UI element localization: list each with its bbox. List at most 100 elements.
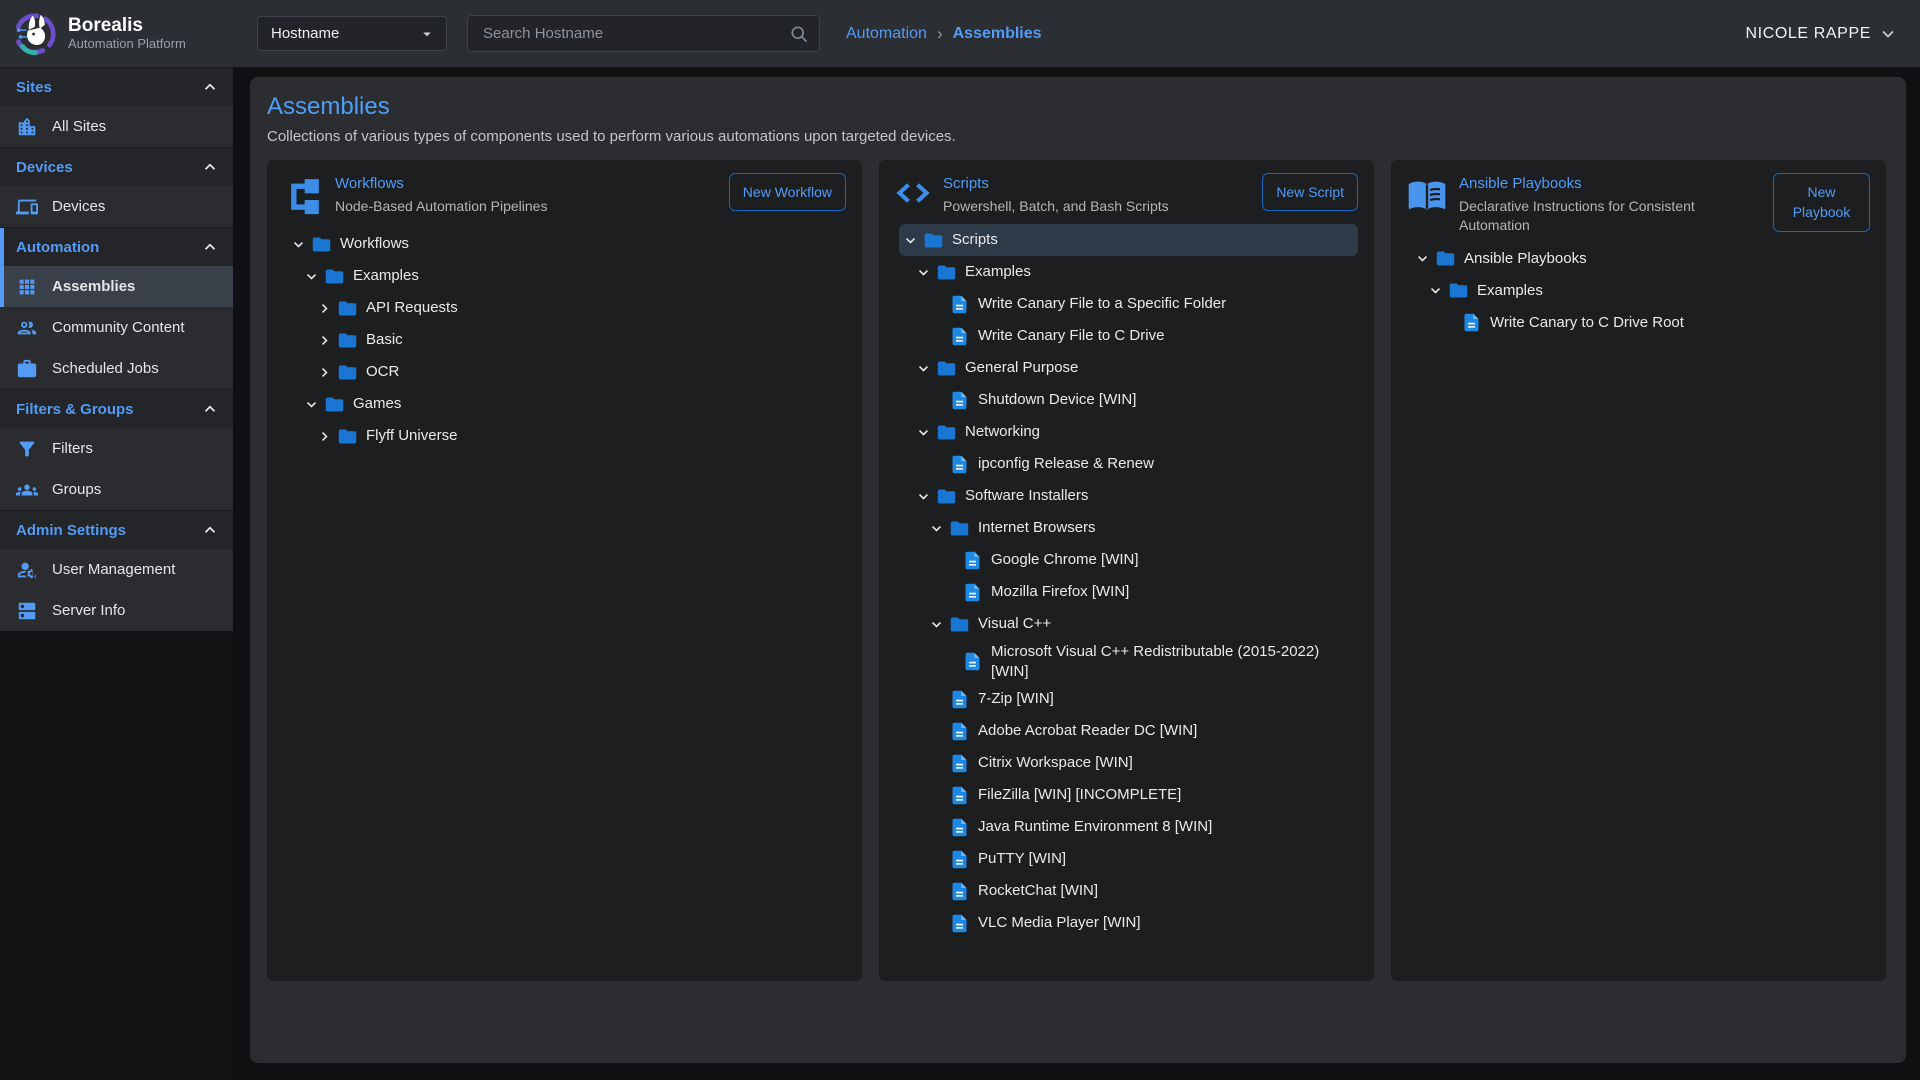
tree-label: Games <box>353 394 401 414</box>
new-workflow-button[interactable]: New Workflow <box>729 173 846 211</box>
tree-folder-ocr[interactable]: OCR <box>287 356 846 388</box>
folder-icon <box>1448 280 1469 301</box>
chevron-right-icon[interactable] <box>315 363 334 382</box>
chevron-down-icon[interactable] <box>914 487 933 506</box>
tree-file-mozilla-firefox-win[interactable]: Mozilla Firefox [WIN] <box>899 576 1358 608</box>
tree-file-google-chrome-win[interactable]: Google Chrome [WIN] <box>899 544 1358 576</box>
tree-file-rocketchat-win[interactable]: RocketChat [WIN] <box>899 875 1358 907</box>
card-title[interactable]: Scripts <box>943 175 1250 192</box>
file-icon <box>962 651 983 672</box>
tree-file-write-canary-file-to-a-specific-folder[interactable]: Write Canary File to a Specific Folder <box>899 288 1358 320</box>
chevron-down-icon[interactable] <box>1413 249 1432 268</box>
tree-folder-ansible-playbooks[interactable]: Ansible Playbooks <box>1411 243 1870 275</box>
breadcrumb-separator: › <box>937 24 943 44</box>
chevron-down-icon[interactable] <box>1426 281 1445 300</box>
folder-icon <box>324 394 345 415</box>
tree-folder-software-installers[interactable]: Software Installers <box>899 480 1358 512</box>
tree-label: Internet Browsers <box>978 518 1096 538</box>
tree-label: Google Chrome [WIN] <box>991 550 1139 570</box>
breadcrumb-automation[interactable]: Automation <box>846 25 927 43</box>
sidebar-section-devices[interactable]: Devices <box>0 147 233 186</box>
file-icon <box>949 326 970 347</box>
sidebar-section-filters-groups[interactable]: Filters & Groups <box>0 389 233 428</box>
tree-folder-networking[interactable]: Networking <box>899 416 1358 448</box>
tree-folder-internet-browsers[interactable]: Internet Browsers <box>899 512 1358 544</box>
tree-folder-examples[interactable]: Examples <box>899 256 1358 288</box>
tree-file-shutdown-device-win[interactable]: Shutdown Device [WIN] <box>899 384 1358 416</box>
tree-label: RocketChat [WIN] <box>978 881 1098 901</box>
chevron-right-icon[interactable] <box>315 299 334 318</box>
tree-folder-examples[interactable]: Examples <box>1411 275 1870 307</box>
tree-label: Microsoft Visual C++ Redistributable (20… <box>991 642 1358 681</box>
chevron-up-icon <box>201 521 219 539</box>
tree-file-7-zip-win[interactable]: 7-Zip [WIN] <box>899 683 1358 715</box>
search-icon[interactable] <box>789 24 809 44</box>
file-icon <box>949 881 970 902</box>
sidebar-item-scheduled-jobs[interactable]: Scheduled Jobs <box>0 348 233 389</box>
sidebar-section-sites[interactable]: Sites <box>0 67 233 106</box>
tree-file-microsoft-visual-c-redistributable-2015-2022-win[interactable]: Microsoft Visual C++ Redistributable (20… <box>899 640 1358 683</box>
new-playbook-button[interactable]: New Playbook <box>1773 173 1870 232</box>
tree-folder-games[interactable]: Games <box>287 388 846 420</box>
tree-file-citrix-workspace-win[interactable]: Citrix Workspace [WIN] <box>899 747 1358 779</box>
tree-file-write-canary-to-c-drive-root[interactable]: Write Canary to C Drive Root <box>1411 307 1870 339</box>
tree-file-putty-win[interactable]: PuTTY [WIN] <box>899 843 1358 875</box>
card-subtitle: Powershell, Batch, and Bash Scripts <box>943 197 1250 216</box>
folder-icon <box>311 234 332 255</box>
sidebar-item-devices[interactable]: Devices <box>0 186 233 227</box>
chevron-down-icon[interactable] <box>302 395 321 414</box>
sidebar-item-assemblies[interactable]: Assemblies <box>0 266 233 307</box>
chevron-down-icon[interactable] <box>927 519 946 538</box>
workflows-tree: Workflows Examples API RequestsBasicOCR Gam… <box>283 228 846 452</box>
chevron-down-icon[interactable] <box>914 423 933 442</box>
tree-folder-examples[interactable]: Examples <box>287 260 846 292</box>
card-title[interactable]: Ansible Playbooks <box>1459 175 1761 192</box>
file-icon <box>1461 312 1482 333</box>
sidebar-item-all-sites[interactable]: All Sites <box>0 106 233 147</box>
tree-file-filezilla-win-incomplete[interactable]: FileZilla [WIN] [INCOMPLETE] <box>899 779 1358 811</box>
folder-icon <box>936 358 957 379</box>
tree-folder-visual-c[interactable]: Visual C++ <box>899 608 1358 640</box>
workflows-card: WorkflowsNode-Based Automation Pipelines… <box>267 160 862 981</box>
chevron-up-icon <box>201 158 219 176</box>
folder-icon <box>337 362 358 383</box>
new-script-button[interactable]: New Script <box>1262 173 1358 211</box>
folder-icon <box>324 266 345 287</box>
chevron-right-icon[interactable] <box>315 331 334 350</box>
breadcrumb-assemblies[interactable]: Assemblies <box>953 25 1042 43</box>
tree-file-ipconfig-release-renew[interactable]: ipconfig Release & Renew <box>899 448 1358 480</box>
file-icon <box>949 390 970 411</box>
sidebar-section-automation[interactable]: Automation <box>0 227 233 266</box>
chevron-down-icon[interactable] <box>914 263 933 282</box>
sidebar-section-admin-settings[interactable]: Admin Settings <box>0 510 233 549</box>
tree-folder-general-purpose[interactable]: General Purpose <box>899 352 1358 384</box>
search-input[interactable] <box>481 24 789 43</box>
chevron-down-icon[interactable] <box>901 231 920 250</box>
chevron-down-icon[interactable] <box>914 359 933 378</box>
tree-folder-scripts[interactable]: Scripts <box>899 224 1358 256</box>
sidebar-section-label: Automation <box>16 239 99 256</box>
tree-file-adobe-acrobat-reader-dc-win[interactable]: Adobe Acrobat Reader DC [WIN] <box>899 715 1358 747</box>
sidebar-item-community-content[interactable]: Community Content <box>0 307 233 348</box>
tree-folder-flyff-universe[interactable]: Flyff Universe <box>287 420 846 452</box>
tree-folder-workflows[interactable]: Workflows <box>287 228 846 260</box>
tree-folder-api-requests[interactable]: API Requests <box>287 292 846 324</box>
sidebar-item-user-management[interactable]: User Management <box>0 549 233 590</box>
sidebar-item-filters[interactable]: Filters <box>0 428 233 469</box>
tree-label: Java Runtime Environment 8 [WIN] <box>978 817 1212 837</box>
chevron-down-icon[interactable] <box>289 235 308 254</box>
chevron-down-icon[interactable] <box>927 615 946 634</box>
tree-folder-basic[interactable]: Basic <box>287 324 846 356</box>
tree-file-java-runtime-environment-8-win[interactable]: Java Runtime Environment 8 [WIN] <box>899 811 1358 843</box>
sidebar-item-server-info[interactable]: Server Info <box>0 590 233 631</box>
user-menu[interactable]: NICOLE RAPPE <box>1746 24 1898 44</box>
tree-file-write-canary-file-to-c-drive[interactable]: Write Canary File to C Drive <box>899 320 1358 352</box>
tree-file-vlc-media-player-win[interactable]: VLC Media Player [WIN] <box>899 907 1358 939</box>
sidebar-item-groups[interactable]: Groups <box>0 469 233 510</box>
main-area: Assemblies Collections of various types … <box>233 67 1920 1080</box>
chevron-right-icon[interactable] <box>315 427 334 446</box>
chevron-down-icon[interactable] <box>302 267 321 286</box>
hostname-select[interactable]: Hostname <box>257 16 447 51</box>
tree-label: Examples <box>353 266 419 286</box>
card-title[interactable]: Workflows <box>335 175 717 192</box>
